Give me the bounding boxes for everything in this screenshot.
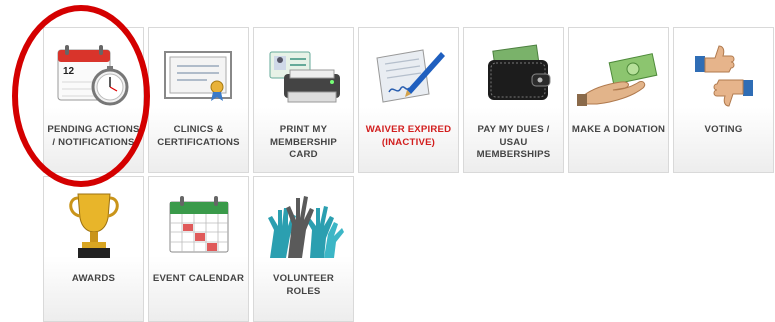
tile-waiver-expired[interactable]: WAIVER EXPIRED (INACTIVE) <box>358 27 459 173</box>
calendar-clock-icon: 12 <box>44 42 143 110</box>
tile-label: VOLUNTEER ROLES <box>273 273 334 297</box>
tile-label: CLINICS & CERTIFICATIONS <box>157 124 240 148</box>
calendar-icon <box>149 191 248 259</box>
tile-label: EVENT CALENDAR <box>152 273 245 284</box>
raised-hands-icon <box>254 191 353 259</box>
tile-awards[interactable]: AWARDS <box>43 176 144 322</box>
tile-label: VOTING <box>704 124 743 135</box>
wallet-icon <box>464 42 563 110</box>
dashboard-tile-grid: 12 PENDING ACTIONS / NOTIFICATIONS CLINI… <box>0 0 775 322</box>
tile-event-calendar[interactable]: EVENT CALENDAR <box>148 176 249 322</box>
tile-label: PAY MY DUES / USAU MEMBERSHIPS <box>476 124 551 160</box>
thumbs-up-down-icon <box>674 42 773 110</box>
tile-label: WAIVER EXPIRED (INACTIVE) <box>365 124 452 148</box>
certificate-icon <box>149 42 248 110</box>
tile-print-membership-card[interactable]: PRINT MY MEMBERSHIP CARD <box>253 27 354 173</box>
tile-pending-actions[interactable]: 12 PENDING ACTIONS / NOTIFICATIONS <box>43 27 144 173</box>
tile-voting[interactable]: VOTING <box>673 27 774 173</box>
trophy-icon <box>44 191 143 259</box>
tile-label: PENDING ACTIONS / NOTIFICATIONS <box>47 124 140 148</box>
tile-clinics-certifications[interactable]: CLINICS & CERTIFICATIONS <box>148 27 249 173</box>
printer-id-card-icon <box>254 42 353 110</box>
tile-label: MAKE A DONATION <box>571 124 666 135</box>
calendar-day-number: 12 <box>63 66 75 77</box>
tile-label: AWARDS <box>71 273 116 284</box>
tile-make-donation[interactable]: MAKE A DONATION <box>568 27 669 173</box>
tile-label: PRINT MY MEMBERSHIP CARD <box>269 124 338 160</box>
signed-document-pen-icon <box>359 42 458 110</box>
hand-money-icon <box>569 42 668 110</box>
tile-pay-dues[interactable]: PAY MY DUES / USAU MEMBERSHIPS <box>463 27 564 173</box>
tile-volunteer-roles[interactable]: VOLUNTEER ROLES <box>253 176 354 322</box>
